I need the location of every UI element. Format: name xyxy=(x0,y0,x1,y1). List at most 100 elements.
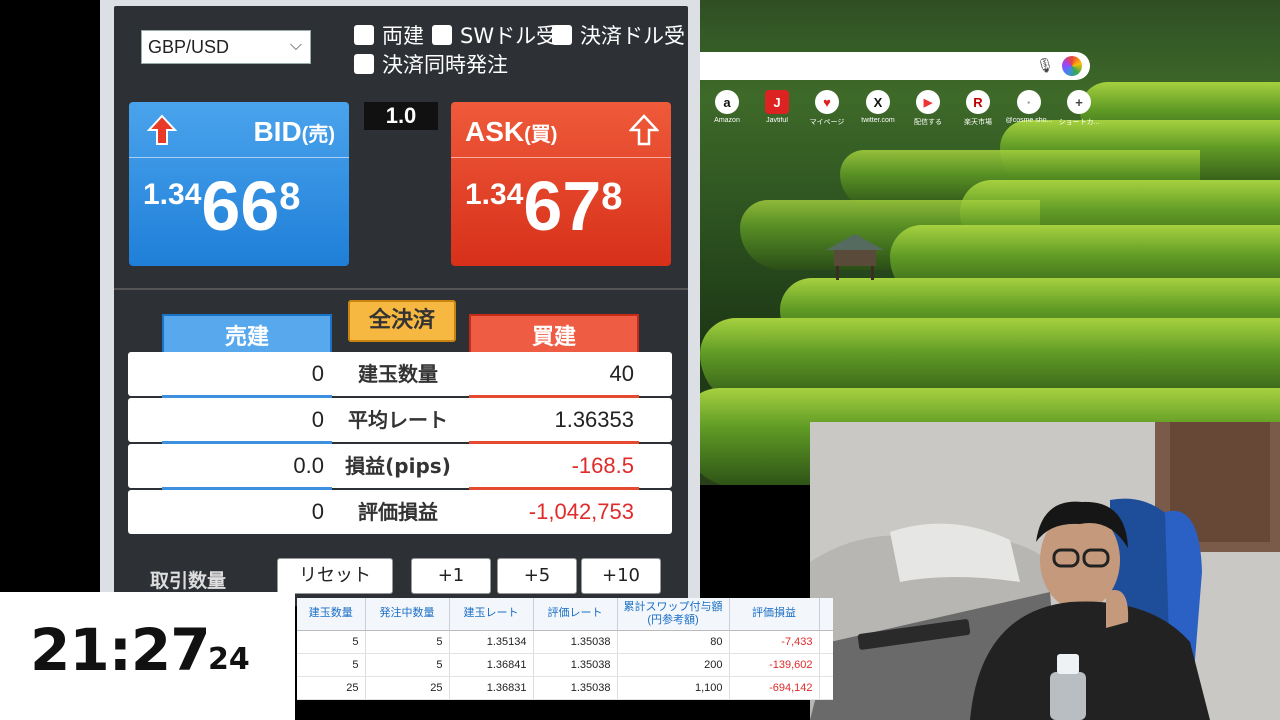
cell-position-qty: 25 xyxy=(297,676,366,700)
buy-position-qty: 40 xyxy=(609,361,634,386)
cell-swap-total: 80 xyxy=(617,630,730,654)
x-twitter-icon: X xyxy=(866,90,890,114)
hut-icon xyxy=(826,234,884,280)
cell-valuation-rate: 1.35038 xyxy=(533,676,618,700)
shortcut-twitter[interactable]: X twitter.com xyxy=(854,90,902,124)
table-row[interactable]: 5 5 1.35134 1.35038 80 -7,433 xyxy=(297,630,833,654)
col-header-truncated[interactable]: 建 xyxy=(819,598,833,631)
option-sw-dollar-checkbox[interactable]: SWドル受 xyxy=(432,20,557,50)
option-simultaneous-order-label: 決済同時発注 xyxy=(382,53,508,77)
search-bar[interactable]: 🎙 xyxy=(700,52,1090,80)
positions-table: 建玉数量 発注中数量 建玉レート 評価レート 累計スワップ付与額 (円参考額) … xyxy=(297,598,833,700)
sell-pl-pips: 0.0 xyxy=(293,453,324,478)
shortcut-javtiful[interactable]: J Javtiful xyxy=(753,90,801,124)
clock-hours-minutes: 21:27 xyxy=(30,616,211,684)
col-header-swap-total[interactable]: 累計スワップ付与額 (円参考額) xyxy=(617,598,730,631)
shortcut-label: 楽天市場 xyxy=(964,119,992,126)
cell-valuation-rate: 1.35038 xyxy=(533,653,618,677)
position-qty-label: 建玉数量 xyxy=(358,362,438,386)
microphone-icon[interactable]: 🎙 xyxy=(1036,58,1054,74)
bid-title: BID(売) xyxy=(253,116,335,148)
option-sw-dollar-label: SWドル受 xyxy=(460,24,558,48)
shortcut-cosme[interactable]: · @cosme sho... xyxy=(1005,90,1053,124)
stream-icon: ▶ xyxy=(916,90,940,114)
sell-position-qty: 0 xyxy=(311,361,324,386)
option-hedge-label: 両建 xyxy=(382,24,424,48)
stat-row-position-qty: 0 建玉数量 40 xyxy=(128,352,672,398)
trade-qty-label: 取引数量 xyxy=(150,570,227,592)
col-header-open-rate[interactable]: 建玉レート xyxy=(449,598,534,631)
javtiful-icon: J xyxy=(765,90,789,114)
cell-swap-total: 1,100 xyxy=(617,676,730,700)
bid-price-fraction: 8 xyxy=(279,176,301,218)
cell-open-rate: 1.35134 xyxy=(449,630,534,654)
shortcut-label: Amazon xyxy=(714,117,740,124)
buy-unrealized-pl: -1,042,753 xyxy=(528,499,634,524)
checkbox-box[interactable] xyxy=(552,25,572,45)
buy-average-rate: 1.36353 xyxy=(554,407,634,432)
table-row[interactable]: 25 25 1.36831 1.35038 1,100 -694,142 xyxy=(297,676,833,700)
cosme-glyph: · xyxy=(1026,94,1032,110)
webcam-feed xyxy=(810,422,1280,720)
shortcut-label: Javtiful xyxy=(766,117,788,124)
currency-pair-select[interactable]: GBP/USD ⌵ xyxy=(141,30,311,64)
arrow-up-outline-icon xyxy=(629,114,659,146)
checkbox-box[interactable] xyxy=(354,25,374,45)
cell-truncated xyxy=(819,653,833,677)
table-row[interactable]: 5 5 1.36841 1.35038 200 -139,602 xyxy=(297,653,833,677)
stat-row-average-rate: 0 平均レート 1.36353 xyxy=(128,398,672,444)
col-header-pending-qty[interactable]: 発注中数量 xyxy=(365,598,450,631)
option-settle-dollar-checkbox[interactable]: 決済ドル受 xyxy=(552,20,685,50)
shortcut-amazon[interactable]: a Amazon xyxy=(703,90,751,124)
option-simultaneous-order-checkbox[interactable]: 決済同時発注 xyxy=(354,49,508,79)
sell-average-rate: 0 xyxy=(311,407,324,432)
webcam-scene-image xyxy=(810,422,1280,720)
shortcut-label: ショートカ... xyxy=(1058,119,1100,126)
cell-open-rate: 1.36841 xyxy=(449,653,534,677)
checkbox-box[interactable] xyxy=(432,25,452,45)
google-lens-icon[interactable] xyxy=(1062,56,1082,76)
cell-swap-total: 200 xyxy=(617,653,730,677)
col-header-position-qty[interactable]: 建玉数量 xyxy=(297,598,366,631)
ask-price-int: 1.34 xyxy=(465,178,524,211)
ask-sub-label: (買) xyxy=(524,124,558,146)
sell-unrealized-pl: 0 xyxy=(311,499,324,524)
shortcut-label: @cosme sho... xyxy=(1005,117,1053,124)
rakuten-icon: R xyxy=(966,90,990,114)
clock-seconds: 24 xyxy=(208,642,250,677)
positions-table-panel: 建玉数量 発注中数量 建玉レート 評価レート 累計スワップ付与額 (円参考額) … xyxy=(297,598,833,700)
mypage-icon: ♥ xyxy=(815,90,839,114)
shortcut-mypage[interactable]: ♥ マイページ xyxy=(803,90,851,127)
rakuten-glyph: R xyxy=(973,94,983,110)
ask-buy-button[interactable]: ASK(買) 1.34678 xyxy=(451,102,671,266)
bid-sell-button[interactable]: BID(売) 1.34668 xyxy=(129,102,349,266)
bid-price: 1.34668 xyxy=(143,166,300,246)
bid-sub-label: (売) xyxy=(301,124,335,146)
cosme-icon: · xyxy=(1017,90,1041,114)
col-header-valuation-rate[interactable]: 評価レート xyxy=(533,598,618,631)
stat-row-pl-pips: 0.0 損益(pips) -168.5 xyxy=(128,444,672,490)
shortcut-stream[interactable]: ▶ 配信する xyxy=(904,90,952,127)
option-hedge-checkbox[interactable]: 両建 xyxy=(354,20,424,50)
arrow-up-icon xyxy=(147,114,177,145)
ask-price: 1.34678 xyxy=(465,166,622,246)
cell-pending-qty: 5 xyxy=(365,653,450,677)
qty-plus10-button[interactable]: +10 xyxy=(581,558,661,594)
fx-order-panel: GBP/USD ⌵ 両建 SWドル受 決済ドル受 決済同時発注 BID(売) 1… xyxy=(100,0,700,606)
checkbox-box[interactable] xyxy=(354,54,374,74)
qty-plus1-button[interactable]: +1 xyxy=(411,558,491,594)
qty-reset-button[interactable]: リセット xyxy=(277,558,393,594)
average-rate-label: 平均レート xyxy=(348,408,448,432)
browser-new-tab-page: 🎙 a Amazon J Javtiful ♥ マイページ X twitter.… xyxy=(700,0,1280,485)
col-header-unrealized-pl[interactable]: 評価損益 xyxy=(729,598,820,631)
shortcut-rakuten[interactable]: R 楽天市場 xyxy=(954,90,1002,127)
ask-price-fraction: 8 xyxy=(601,176,623,218)
close-all-button[interactable]: 全決済 xyxy=(348,300,456,342)
shortcut-label: マイページ xyxy=(809,119,845,126)
cell-pending-qty: 25 xyxy=(365,676,450,700)
buy-pl-pips: -168.5 xyxy=(571,453,634,478)
cell-position-qty: 5 xyxy=(297,630,366,654)
cell-unrealized-pl: -139,602 xyxy=(729,653,820,677)
qty-plus5-button[interactable]: +5 xyxy=(497,558,577,594)
shortcut-add[interactable]: + ショートカ... xyxy=(1055,90,1103,127)
